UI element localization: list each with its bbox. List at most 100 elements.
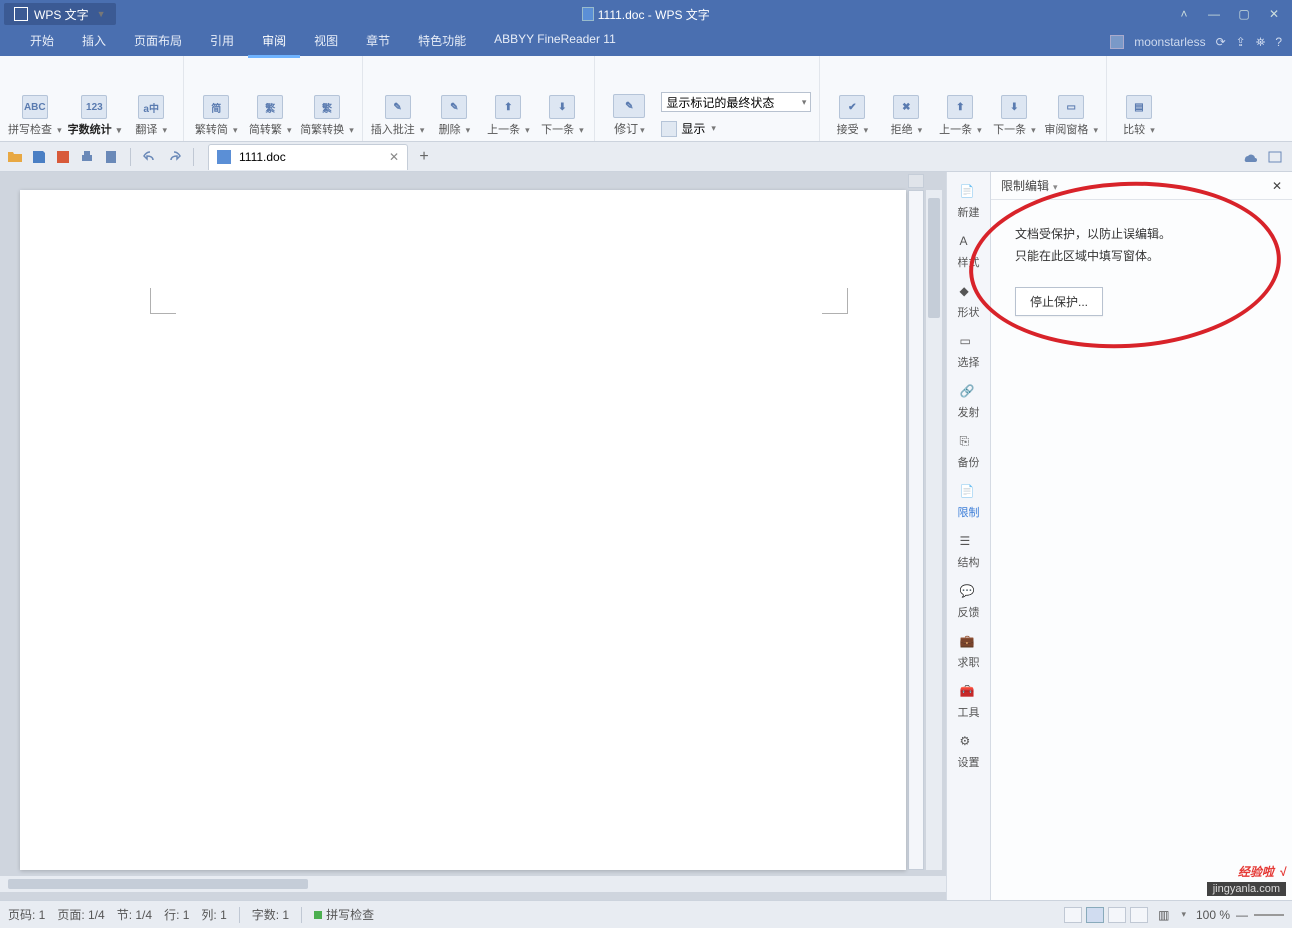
share-icon[interactable]: ⇪ [1236,35,1246,49]
app-menu-button[interactable]: WPS 文字 ▼ [4,3,116,25]
menu-开始[interactable]: 开始 [16,26,68,58]
status-spellcheck[interactable]: 拼写检查 [314,906,374,923]
open-icon[interactable] [6,148,24,166]
reading-layout-icon[interactable]: ▥ [1158,908,1169,922]
menu-ABBYY FineReader 11[interactable]: ABBYY FineReader 11 [480,26,630,58]
close-tab-icon[interactable]: ✕ [389,150,399,164]
status-column[interactable]: 列: 1 [201,906,226,923]
view-print-button[interactable] [1086,907,1104,923]
export-pdf-icon[interactable] [54,148,72,166]
zoom-out-button[interactable]: — [1236,908,1248,922]
status-section[interactable]: 节: 1/4 [117,906,152,923]
status-bar: 页码: 1 页面: 1/4 节: 1/4 行: 1 列: 1 字数: 1 拼写检… [0,900,1292,928]
ribbon-接受-button[interactable]: ✔接受 ▾ [828,95,876,137]
side-shapes-button[interactable]: ◆形状 [949,278,989,326]
side-job-button[interactable]: 💼求职 [949,628,989,676]
maximize-button[interactable]: ▢ [1236,6,1252,22]
status-page[interactable]: 页面: 1/4 [57,906,104,923]
ribbon-拼写检查-button[interactable]: ABC拼写检查 ▾ [8,95,62,137]
ribbon-group-proofing: ABC拼写检查 ▾123字数统计 ▾a中翻译 ▾ [0,56,184,141]
vertical-ruler [908,190,924,870]
ribbon-下一条-button[interactable]: ⬇下一条 ▾ [990,95,1038,137]
side-styles-button[interactable]: A样式 [949,228,989,276]
menu-章节[interactable]: 章节 [352,26,404,58]
horizontal-scrollbar[interactable] [0,876,946,892]
menu-审阅[interactable]: 审阅 [248,26,300,58]
下一条-icon: ⬇ [1001,95,1027,119]
ribbon-审阅窗格-button[interactable]: ▭审阅窗格 ▾ [1044,95,1098,137]
display-for-review-combo[interactable]: 显示标记的最终状态▾ [661,92,811,112]
ribbon-group-compare: ▤比较 ▾ [1107,56,1171,141]
user-name[interactable]: moonstarless [1134,35,1205,49]
ribbon-拒绝-button[interactable]: ✖拒绝 ▾ [882,95,930,137]
zoom-control[interactable]: 100 % — [1196,908,1284,922]
ribbon-上一条-button[interactable]: ⬆上一条 ▾ [936,95,984,137]
view-web-button[interactable] [1130,907,1148,923]
side-send-button[interactable]: 🔗发射 [949,378,989,426]
document-tab[interactable]: 1111.doc ✕ [208,144,408,170]
ribbon-比较-button[interactable]: ▤比较 ▾ [1115,95,1163,137]
side-backup-button[interactable]: ⎘备份 [949,428,989,476]
ruler-toggle[interactable] [908,174,924,188]
ribbon-繁转简-button[interactable]: 简繁转简 ▾ [192,95,240,137]
document-area[interactable] [0,172,946,900]
status-page-number[interactable]: 页码: 1 [8,906,45,923]
menu-页面布局[interactable]: 页面布局 [120,26,196,58]
shop-icon[interactable]: ⛯ [1256,35,1266,50]
拼写检查-icon: ABC [22,95,48,119]
save-icon[interactable] [30,148,48,166]
minimize-button[interactable]: — [1206,6,1222,22]
翻译-icon: a中 [138,95,164,119]
ribbon-字数统计-button[interactable]: 123字数统计 ▾ [68,95,122,137]
menu-引用[interactable]: 引用 [196,26,248,58]
status-word-count[interactable]: 字数: 1 [252,906,289,923]
status-line[interactable]: 行: 1 [164,906,189,923]
ribbon-简繁转换-button[interactable]: 繁简繁转换 ▾ [300,95,354,137]
view-fullscreen-button[interactable] [1064,907,1082,923]
close-pane-icon[interactable]: ✕ [1272,179,1282,193]
new-tab-button[interactable]: + [412,148,436,166]
menu-视图[interactable]: 视图 [300,26,352,58]
menu-插入[interactable]: 插入 [68,26,120,58]
ribbon-collapse-icon[interactable]: ˄ [1176,6,1192,22]
page-canvas[interactable] [20,190,906,870]
side-settings-button[interactable]: ⚙设置 [949,728,989,776]
stop-protection-button[interactable]: 停止保护... [1015,287,1103,316]
undo-icon[interactable] [141,148,159,166]
字数统计-icon: 123 [81,95,107,119]
side-tools-button[interactable]: 🧰工具 [949,678,989,726]
watermark: 经验啦 √ jingyanla.com [1207,859,1286,896]
side-select-button[interactable]: ▭选择 [949,328,989,376]
menu-bar: 开始插入页面布局引用审阅视图章节特色功能ABBYY FineReader 11 … [0,28,1292,56]
show-markup-button[interactable]: 显示▾ [661,120,716,137]
menu-特色功能[interactable]: 特色功能 [404,26,480,58]
side-structure-button[interactable]: ☰结构 [949,528,989,576]
redo-icon[interactable] [165,148,183,166]
side-new-button[interactable]: 📄新建 [949,178,989,226]
cloud-sync-icon[interactable] [1240,148,1258,166]
print-preview-icon[interactable] [102,148,120,166]
view-outline-button[interactable] [1108,907,1126,923]
doc-icon [582,7,594,21]
margin-guide-tl [150,288,176,314]
vertical-scrollbar[interactable] [926,190,942,870]
styles-icon: A [960,234,978,252]
ribbon-翻译-button[interactable]: a中翻译 ▾ [127,95,175,137]
options-icon[interactable] [1266,148,1284,166]
ribbon-插入批注-button[interactable]: ✎插入批注 ▾ [371,95,425,137]
side-feedback-button[interactable]: 💬反馈 [949,578,989,626]
ribbon-删除-button[interactable]: ✎删除 ▾ [430,95,478,137]
help-icon[interactable]: ? [1275,35,1282,49]
简转繁-icon: 繁 [257,95,283,119]
side-restrict-button[interactable]: 📄限制 [949,478,989,526]
ribbon-下一条-button[interactable]: ⬇下一条 ▾ [538,95,586,137]
比较-icon: ▤ [1126,95,1152,119]
ribbon-简转繁-button[interactable]: 繁简转繁 ▾ [246,95,294,137]
print-icon[interactable] [78,148,96,166]
sync-icon[interactable]: ⟳ [1216,35,1226,49]
restrict-icon: 📄 [960,484,978,502]
zoom-slider[interactable] [1254,914,1284,916]
close-button[interactable]: ✕ [1266,6,1282,22]
track-changes-button[interactable]: ✎ 修订▾ [603,94,655,137]
ribbon-上一条-button[interactable]: ⬆上一条 ▾ [484,95,532,137]
